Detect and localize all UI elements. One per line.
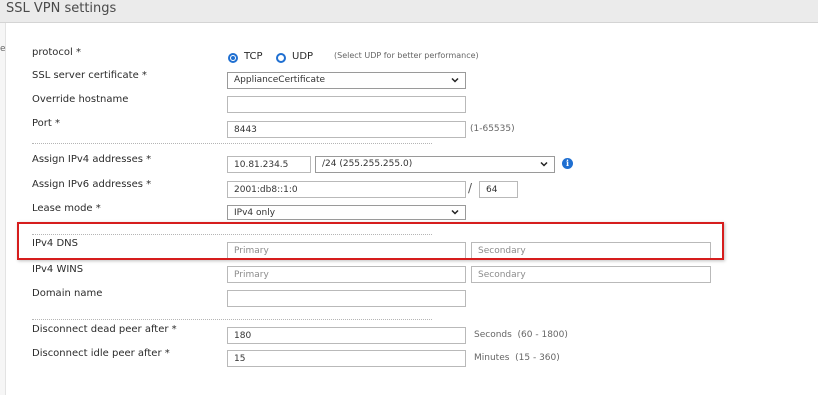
domain-name-label: Domain name [32,288,103,299]
lease-mode-label: Lease mode * [32,203,101,214]
dead-peer-label: Disconnect dead peer after * [32,324,177,335]
dead-peer-input[interactable] [227,327,466,344]
edge-marker: e [0,44,6,54]
page-header: SSL VPN settings [0,0,818,23]
ipv6-addr-label: Assign IPv6 addresses * [32,179,152,190]
section-divider [32,143,432,144]
ipv6-addr-input[interactable] [227,181,466,198]
port-input[interactable] [227,121,466,138]
idle-peer-label: Disconnect idle peer after * [32,348,170,359]
override-hostname-input[interactable] [227,96,466,113]
lease-mode-select[interactable]: IPv4 only [227,205,466,220]
highlight-box [17,222,724,260]
chevron-down-icon [540,161,548,167]
ipv4-mask-value: /24 (255.255.255.0) [322,159,413,169]
port-label: Port * [32,118,61,129]
udp-radio[interactable] [276,53,286,63]
idle-peer-hint: Minutes (15 - 360) [474,353,560,363]
info-icon[interactable]: i [562,158,573,169]
dead-peer-hint: Seconds (60 - 1800) [474,330,568,340]
domain-name-input[interactable] [227,290,466,307]
ssl-cert-value: ApplianceCertificate [234,75,326,85]
prefix-separator: / [468,181,473,195]
protocol-label: protocol * [32,47,81,58]
ipv4-wins-primary-input[interactable] [227,266,466,283]
protocol-hint: (Select UDP for better performance) [334,51,479,60]
ipv4-wins-label: IPv4 WINS [32,264,84,275]
ssl-cert-label: SSL server certificate * [32,70,147,81]
port-hint: (1-65535) [470,124,515,134]
ipv6-prefix-input[interactable] [479,181,518,198]
ipv4-wins-secondary-input[interactable] [471,266,711,283]
ipv4-addr-label: Assign IPv4 addresses * [32,154,152,165]
section-divider [32,319,432,320]
lease-mode-value: IPv4 only [234,208,276,218]
ipv4-mask-select[interactable]: /24 (255.255.255.0) [315,156,555,173]
udp-radio-label[interactable]: UDP [292,51,313,62]
ssl-cert-select[interactable]: ApplianceCertificate [227,72,466,89]
ipv4-addr-input[interactable] [227,156,311,173]
page-title: SSL VPN settings [6,1,117,16]
tcp-radio-label[interactable]: TCP [244,51,263,62]
tcp-radio[interactable] [228,53,238,63]
chevron-down-icon [451,209,459,215]
override-hostname-label: Override hostname [32,94,129,105]
idle-peer-input[interactable] [227,350,466,367]
chevron-down-icon [451,77,459,83]
left-gutter [0,23,6,395]
